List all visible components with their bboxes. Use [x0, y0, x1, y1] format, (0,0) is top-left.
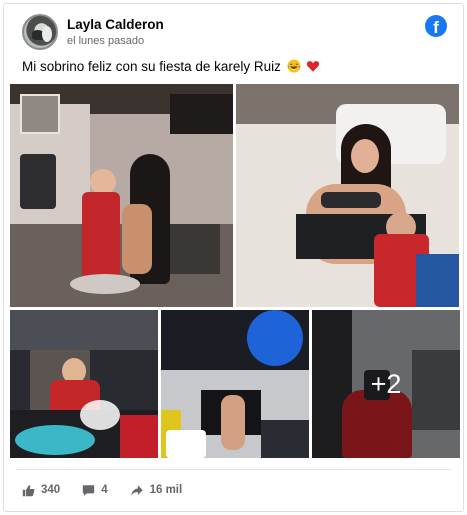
stats-divider — [16, 469, 451, 470]
likes-count-label: 340 — [41, 484, 61, 496]
post-header: Layla Calderon el lunes pasado f — [22, 14, 451, 50]
comment-icon — [83, 484, 95, 496]
post-photo-1[interactable] — [10, 84, 233, 307]
comments-count[interactable]: 4 — [82, 484, 108, 497]
shares-count[interactable]: 16 mil — [130, 484, 183, 497]
facebook-icon[interactable]: f — [425, 15, 447, 37]
post-photo-5[interactable]: +2 — [312, 310, 460, 458]
post-timestamp[interactable]: el lunes pasado — [67, 35, 144, 47]
post-text: Mi sobrino feliz con su fiesta de karely… — [22, 59, 320, 74]
comments-count-label: 4 — [101, 484, 108, 496]
author-name[interactable]: Layla Calderon — [67, 17, 164, 32]
more-photos-overlay[interactable]: +2 — [312, 310, 460, 458]
likes-count[interactable]: 340 — [22, 484, 60, 497]
avatar[interactable] — [22, 14, 58, 50]
post-photo-3[interactable] — [10, 310, 158, 458]
engagement-stats: 340 4 16 mil — [22, 482, 204, 498]
post-photo-2[interactable] — [236, 84, 459, 307]
post-text-body: Mi sobrino feliz con su fiesta de karely… — [22, 59, 281, 74]
like-icon — [22, 484, 35, 496]
share-icon — [130, 484, 143, 496]
facebook-post-card: Layla Calderon el lunes pasado f Mi sobr… — [3, 3, 464, 512]
laughing-tears-emoji — [287, 59, 301, 73]
photo-grid: +2 — [10, 84, 460, 464]
red-heart-emoji — [307, 61, 320, 72]
shares-count-label: 16 mil — [149, 484, 183, 496]
post-photo-4[interactable] — [161, 310, 309, 458]
